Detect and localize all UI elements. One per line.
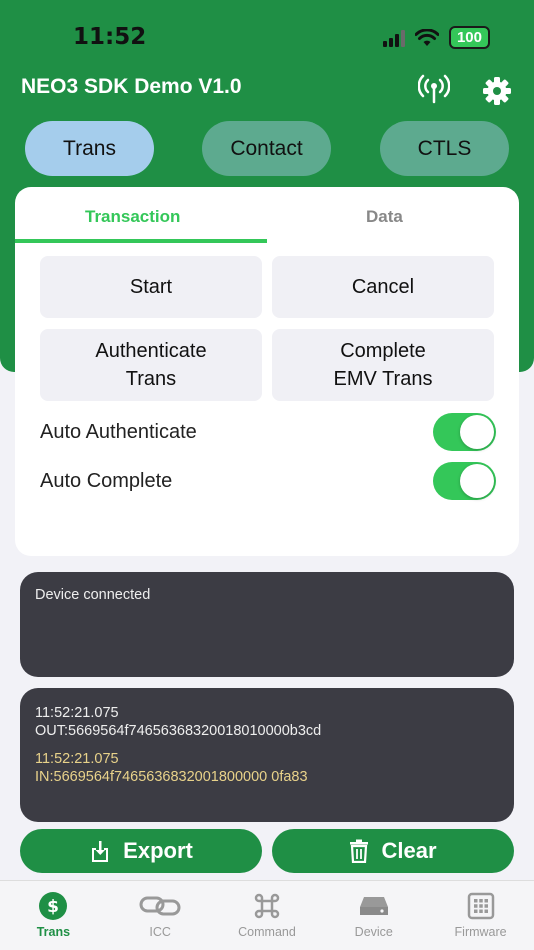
app-title: NEO3 SDK Demo V1.0	[21, 75, 242, 98]
authenticate-label-line1: Authenticate	[95, 340, 207, 362]
export-icon	[92, 841, 109, 862]
export-button-label: Export	[123, 838, 193, 863]
auto-authenticate-label: Auto Authenticate	[40, 421, 197, 443]
grid-icon	[467, 892, 494, 920]
active-tab-indicator	[15, 239, 267, 243]
authenticate-trans-button[interactable]: Authenticate Trans	[40, 329, 262, 401]
tabbar-item-firmware[interactable]: Firmware	[427, 881, 534, 950]
tabbar-label-icc: ICC	[149, 925, 171, 939]
tabbar-item-trans[interactable]: $ Trans	[0, 881, 107, 950]
status-log-panel: Device connected	[20, 572, 514, 677]
mode-tab-trans[interactable]: Trans	[25, 121, 154, 176]
log-out-data: OUT:5669564f74656368320018010000b3cd	[35, 723, 322, 739]
wifi-icon	[414, 28, 439, 46]
log-in-time: 11:52:21.075	[35, 751, 119, 767]
cancel-button[interactable]: Cancel	[272, 256, 494, 318]
clear-button[interactable]: Clear	[272, 829, 514, 873]
start-button-label: Start	[129, 276, 173, 298]
communication-log-panel[interactable]: 11:52:21.075 OUT:5669564f746563683200180…	[20, 688, 514, 822]
tabbar-label-firmware: Firmware	[454, 925, 507, 939]
complete-emv-trans-button[interactable]: Complete EMV Trans	[272, 329, 494, 401]
auto-complete-label: Auto Complete	[40, 470, 173, 492]
tabbar-label-device: Device	[354, 925, 393, 939]
mode-tab-ctls[interactable]: CTLS	[380, 121, 509, 176]
status-indicators: 100	[382, 26, 490, 49]
gear-icon[interactable]	[482, 76, 512, 106]
status-log-text: Device connected	[35, 587, 151, 603]
cancel-button-label: Cancel	[351, 276, 415, 298]
mode-tab-contact[interactable]: Contact	[202, 121, 331, 176]
tabbar-item-icc[interactable]: ICC	[107, 881, 214, 950]
log-in-data: IN:5669564f7465636832001800000 0fa83	[35, 769, 308, 785]
clear-button-label: Clear	[381, 838, 437, 863]
svg-text:$: $	[47, 897, 59, 917]
battery-indicator: 100	[448, 26, 490, 49]
tabbar-item-command[interactable]: Command	[214, 881, 321, 950]
hard-drive-icon	[359, 897, 388, 915]
export-button[interactable]: Export	[20, 829, 262, 873]
complete-label-line1: Complete	[340, 340, 426, 362]
tab-data[interactable]: Data	[366, 207, 403, 227]
transaction-card: Transaction Data Start Cancel Authentica…	[15, 187, 519, 556]
cellular-signal-icon	[382, 29, 405, 47]
status-time: 11:52	[73, 24, 147, 50]
trash-icon	[350, 839, 369, 863]
tabbar-label-trans: Trans	[36, 925, 71, 939]
tab-transaction[interactable]: Transaction	[85, 207, 180, 227]
start-button[interactable]: Start	[40, 256, 262, 318]
tabbar-item-device[interactable]: Device	[320, 881, 427, 950]
link-icon	[139, 896, 181, 916]
bottom-tab-bar: $ Trans ICC Command Device Firmware	[0, 880, 534, 950]
tabbar-label-command: Command	[238, 925, 296, 939]
auto-authenticate-toggle[interactable]	[433, 413, 496, 451]
antenna-icon[interactable]	[418, 74, 450, 104]
command-icon	[254, 893, 280, 919]
auto-complete-toggle[interactable]	[433, 462, 496, 500]
authenticate-label-line2: Trans	[125, 368, 177, 390]
log-out-time: 11:52:21.075	[35, 705, 119, 721]
complete-label-line2: EMV Trans	[333, 368, 433, 390]
dollar-icon: $	[39, 892, 68, 920]
